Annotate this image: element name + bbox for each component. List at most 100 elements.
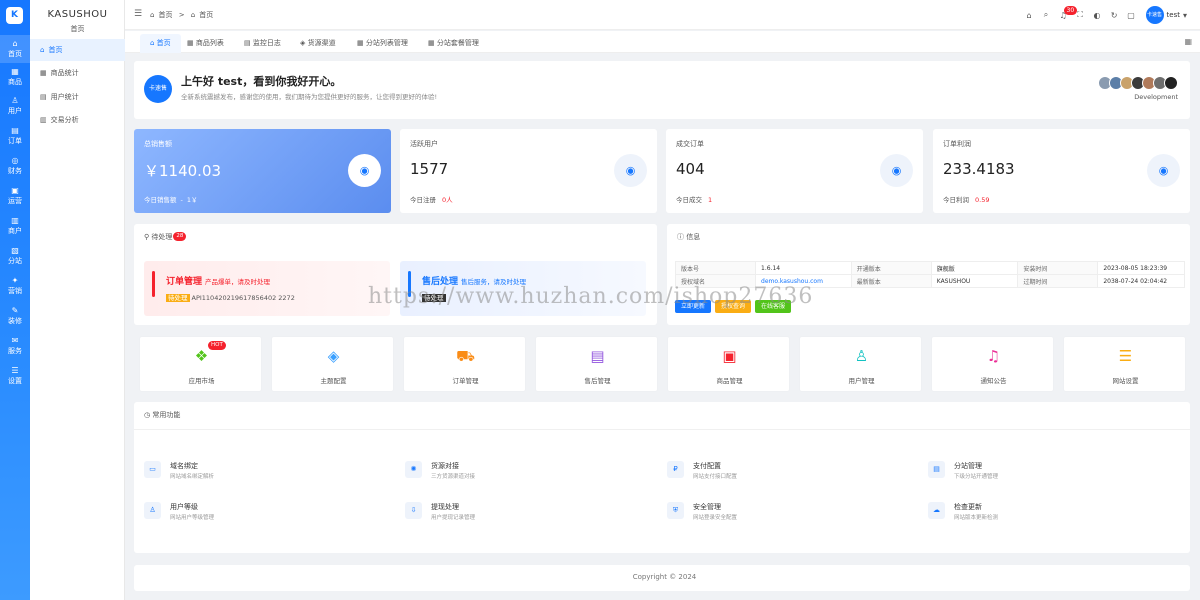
lock-icon[interactable]: ▢: [1123, 11, 1140, 20]
sidebar-item-home[interactable]: ⌂ 首页: [30, 39, 125, 61]
tabs-menu-icon[interactable]: ▦: [1184, 37, 1192, 46]
page-tabs: ⌂ 首页 ▦ 商品列表 ▤ 监控日志 ◈ 货源渠道 ▦ 分站列表管理 ▦ 分站套…: [125, 31, 1200, 53]
pending-order-panel[interactable]: 订单管理 产品爆单，请及时处理 待处理 API110420219617856402 …: [144, 261, 390, 316]
coin-icon: ◉: [348, 154, 381, 187]
rail-item-merchants[interactable]: ▥ 商户: [0, 212, 30, 240]
quick-label: 通知公告: [980, 377, 1007, 385]
sidebar-item-goods-stats[interactable]: ▦ 商品统计: [30, 62, 125, 84]
pending-count: 28: [173, 232, 187, 241]
medal-icon: ♙: [144, 502, 161, 519]
brush-icon: ✎: [11, 306, 19, 315]
function-withdrawals[interactable]: ⇩ 提现处理 用户提现记录管理: [405, 500, 655, 526]
quick-label: 主题配置: [320, 377, 347, 385]
chart-icon: ▥: [40, 116, 47, 124]
home-icon[interactable]: ⌂: [1021, 11, 1038, 20]
sidebar-item-user-stats[interactable]: ▤ 用户统计: [30, 86, 125, 108]
theme-icon[interactable]: ◐: [1089, 11, 1106, 20]
pending-order-item[interactable]: 待处理 API110420219617856402 2272: [166, 292, 295, 302]
function-supply-integration[interactable]: ✺ 货源对接 三方货源渠道对接: [405, 459, 655, 485]
refresh-icon[interactable]: ↻: [1106, 11, 1123, 20]
home-icon: ⌂: [150, 11, 155, 19]
domain-icon: ▭: [144, 461, 161, 478]
welcome-title: 上午好 test，看到你我好开心。: [181, 75, 342, 88]
collapse-menu-icon[interactable]: ☰: [134, 9, 142, 19]
brand-logo: 卡速售: [144, 75, 172, 103]
tab-goods-list[interactable]: ▦ 商品列表: [177, 34, 234, 53]
section-title: ⚲ 待处理 28: [144, 232, 187, 242]
tab-substation-list[interactable]: ▦ 分站列表管理: [347, 34, 418, 53]
quick-user-management[interactable]: ♙ 用户管理: [799, 336, 922, 392]
rail-item-finance[interactable]: ◎ 财务: [0, 152, 30, 180]
rail-item-operations[interactable]: ▣ 运营: [0, 182, 30, 210]
section-title: ⓘ 信息: [677, 233, 701, 241]
breadcrumb-separator: >: [178, 11, 185, 19]
avatar[interactable]: 卡速售: [1145, 6, 1164, 24]
rail-item-service[interactable]: ✉ 服务: [0, 332, 30, 360]
chart-icon: ▤: [40, 93, 47, 101]
quick-aftersale-management[interactable]: ▤ 售后管理: [535, 336, 658, 392]
breadcrumb-item[interactable]: 首页: [158, 11, 172, 19]
chevron-down-icon[interactable]: ▾: [1180, 11, 1190, 20]
rail-item-home[interactable]: ⌂ 首页: [0, 35, 30, 63]
info-key: 开通版本: [850, 261, 932, 275]
rail-item-substations[interactable]: ▧ 分站: [0, 242, 30, 270]
app-grid-icon: ❖: [194, 347, 209, 365]
tab-monitor-log[interactable]: ▤ 监控日志: [234, 34, 291, 53]
rail-item-goods[interactable]: ▦ 商品: [0, 63, 30, 91]
team-avatar: [1164, 76, 1178, 90]
stat-value: 1577: [410, 160, 449, 178]
settings-icon: ☰: [11, 366, 19, 375]
info-value: 1.6.14: [755, 261, 852, 275]
fullscreen-icon[interactable]: ⛶: [1072, 10, 1089, 20]
stat-title: 订单利润: [943, 140, 971, 148]
bell-icon[interactable]: ♫ 30: [1055, 5, 1078, 20]
rail-item-decoration[interactable]: ✎ 装修: [0, 302, 30, 330]
tab-substation-packages[interactable]: ▦ 分站套餐管理: [418, 34, 489, 53]
quick-label: 网站设置: [1112, 377, 1139, 385]
sidebar-item-trade-analysis[interactable]: ▥ 交易分析: [30, 109, 125, 131]
quick-goods-management[interactable]: ▣ 商品管理: [667, 336, 790, 392]
home-icon: ⌂: [12, 39, 18, 48]
function-security[interactable]: ⛨ 安全管理 网站登录安全配置: [667, 500, 917, 526]
stat-value: 404: [676, 160, 705, 178]
function-domain-binding[interactable]: ▭ 域名绑定 网站域名绑定解析: [144, 459, 394, 485]
rail-item-orders[interactable]: ▤ 订单: [0, 122, 30, 150]
function-user-levels[interactable]: ♙ 用户等级 网站用户等级管理: [144, 500, 394, 526]
tab-home[interactable]: ⌂ 首页: [140, 34, 181, 53]
cart-icon: ⛟: [456, 347, 475, 365]
stat-value: ￥1140.03: [144, 162, 222, 180]
tab-supply-channels[interactable]: ◈ 货源渠道: [290, 34, 346, 53]
quick-order-management[interactable]: ⛟ 订单管理: [403, 336, 526, 392]
operations-icon: ▣: [11, 186, 19, 195]
divider: [134, 429, 1190, 430]
function-check-update[interactable]: ☁ 检查更新 网站版本更新检测: [928, 500, 1178, 526]
quick-site-settings[interactable]: ☰ 网站设置: [1063, 336, 1186, 392]
stat-footer: 今日利润 0.59: [943, 196, 990, 204]
stat-value: 233.4183: [943, 160, 1015, 178]
function-payment-config[interactable]: ₽ 支付配置 网站支付接口配置: [667, 459, 917, 485]
rail-item-marketing[interactable]: ✦ 营销: [0, 272, 30, 300]
function-substation-management[interactable]: ▤ 分站管理 下级分站开通管理: [928, 459, 1178, 485]
watermark: https://www.huzhan.com/ishop27636: [368, 284, 814, 309]
user-icon: ♙: [854, 347, 869, 365]
quick-label: 商品管理: [716, 377, 743, 385]
breadcrumb: ⌂ 首页 > ⌂ 首页: [150, 10, 217, 20]
search-icon[interactable]: ⌕: [1038, 10, 1055, 20]
app-logo[interactable]: K: [6, 7, 23, 24]
home-icon: ⌂: [40, 46, 45, 54]
quick-notices[interactable]: ♫ 通知公告: [931, 336, 1054, 392]
grid-icon: ▦: [428, 39, 437, 47]
user-icon: ♙: [11, 96, 19, 105]
footer: Copyright © 2024: [134, 565, 1190, 591]
team-avatars: [1098, 76, 1178, 90]
chart-icon: ▦: [40, 69, 47, 77]
username[interactable]: test: [1167, 11, 1180, 19]
rail-item-settings[interactable]: ☰ 设置: [0, 362, 30, 390]
breadcrumb-item[interactable]: 首页: [199, 11, 213, 19]
bell-icon: ♫: [986, 347, 1001, 365]
quick-theme-config[interactable]: ◈ 主题配置: [271, 336, 394, 392]
quick-app-market[interactable]: HOT ❖ 应用市场: [139, 336, 262, 392]
welcome-subtitle: 全新系统震撼发布，感谢您的使用，我们期待为您提供更好的服务，让您得到更好的体验!: [181, 93, 438, 101]
stat-title: 成交订单: [676, 140, 704, 148]
rail-item-users[interactable]: ♙ 用户: [0, 92, 30, 120]
